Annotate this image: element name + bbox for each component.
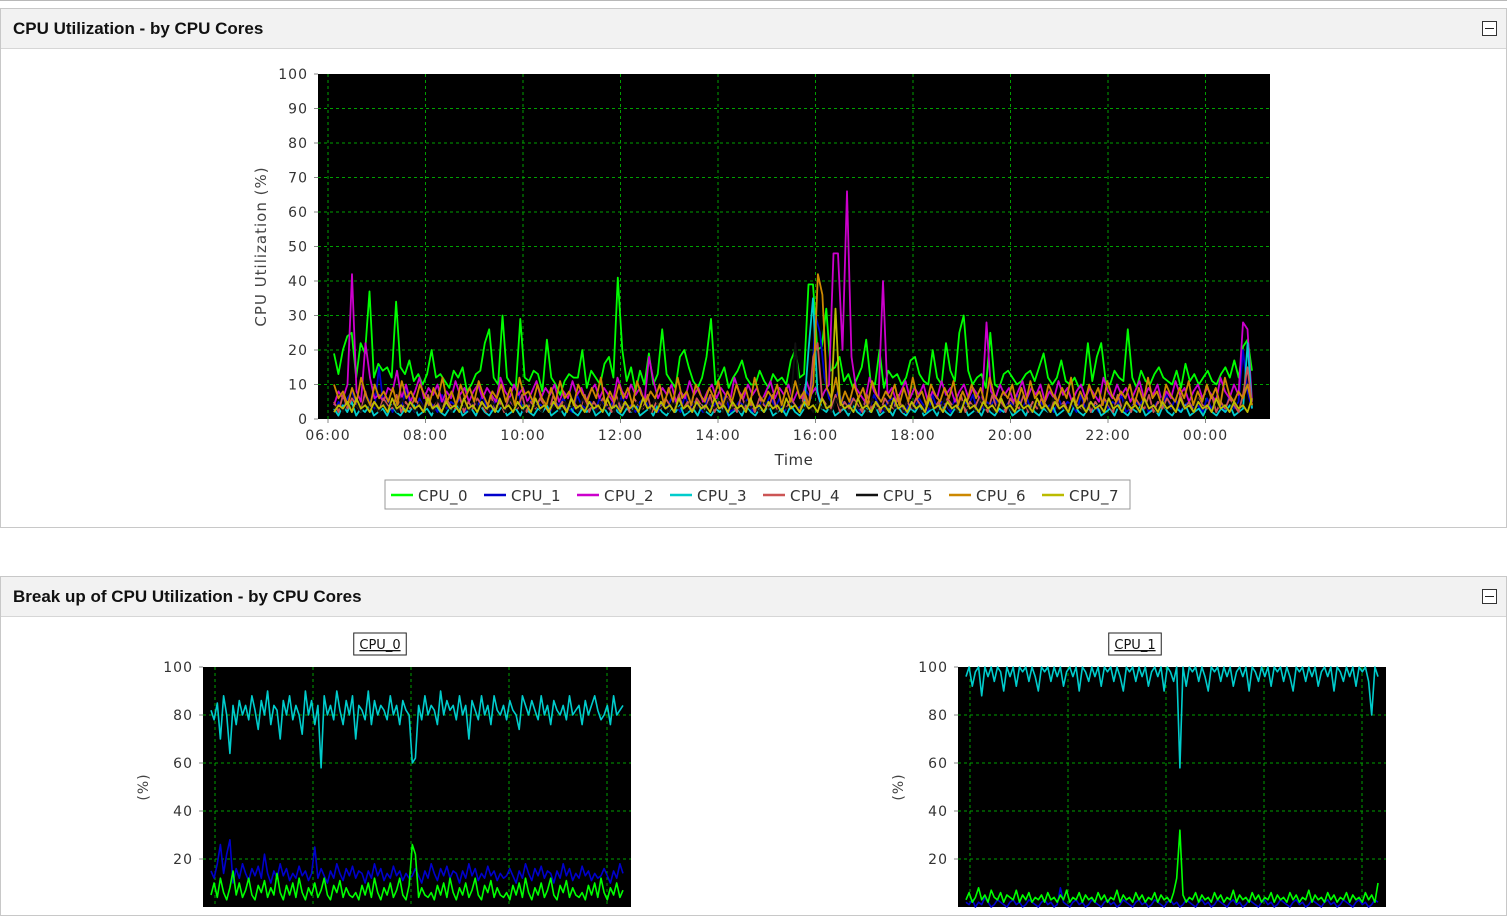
x-tick-label: 00:00 [1183, 428, 1228, 444]
cpu-breakup-panel: Break up of CPU Utilization - by CPU Cor… [0, 576, 1507, 916]
y-tick-label: 80 [288, 136, 308, 152]
panel-header: CPU Utilization - by CPU Cores [1, 9, 1506, 49]
y-tick-label: 10 [288, 378, 308, 394]
cpu-0-chart: 20 40 60 80 100 (%) CPU_0 [136, 632, 631, 907]
y-tick-label: 30 [288, 309, 308, 325]
collapse-icon[interactable] [1482, 589, 1497, 604]
legend-label: CPU_6 [976, 487, 1026, 506]
y-tick-label: 20 [928, 852, 948, 868]
y-tick-label: 40 [173, 804, 193, 820]
y-tick-label: 40 [288, 274, 308, 290]
panel-header: Break up of CPU Utilization - by CPU Cor… [1, 577, 1506, 617]
legend-label: CPU_4 [790, 487, 840, 506]
x-tick-label: 12:00 [598, 428, 643, 444]
plot-area [958, 667, 1386, 907]
x-tick-label: 18:00 [890, 428, 935, 444]
y-tick-label: 90 [288, 102, 308, 118]
y-axis-label: CPU Utilization (%) [252, 166, 270, 326]
cpu-utilization-panel: CPU Utilization - by CPU Cores 0 10 20 30 40… [0, 8, 1507, 528]
panel-title: Break up of CPU Utilization - by CPU Cor… [13, 587, 362, 606]
legend-label: CPU_2 [604, 487, 654, 506]
y-tick-label: 60 [288, 205, 308, 221]
y-tick-label: 70 [288, 171, 308, 187]
x-tick-label: 14:00 [695, 428, 740, 444]
x-tick-label: 16:00 [793, 428, 838, 444]
cpu-utilization-chart: 0 10 20 30 40 50 60 70 80 90 100 06:00 08:00 10:00 12:… [252, 67, 1270, 510]
y-tick-label: 40 [928, 804, 948, 820]
y-tick-label: 0 [298, 412, 308, 428]
legend-label: CPU_5 [883, 487, 933, 506]
legend-label: CPU_1 [511, 487, 561, 506]
x-tick-label: 20:00 [988, 428, 1033, 444]
legend-label: CPU_7 [1069, 487, 1119, 506]
y-tick-label: 80 [173, 708, 193, 724]
sub-chart-title: CPU_1 [1114, 638, 1155, 653]
x-tick-label: 22:00 [1085, 428, 1130, 444]
y-tick-label: 100 [163, 660, 193, 676]
sub-chart-title: CPU_0 [359, 638, 400, 653]
y-tick-label: 80 [928, 708, 948, 724]
x-axis-label: Time [774, 451, 814, 469]
x-tick-label: 06:00 [305, 428, 350, 444]
x-tick-label: 08:00 [403, 428, 448, 444]
y-tick-label: 60 [173, 756, 193, 772]
y-tick-label: 20 [173, 852, 193, 868]
y-tick-label: 100 [918, 660, 948, 676]
legend-label: CPU_0 [418, 487, 468, 506]
legend-label: CPU_3 [697, 487, 747, 506]
y-tick-label: 60 [928, 756, 948, 772]
y-axis-label: (%) [136, 773, 152, 800]
y-tick-label: 50 [288, 240, 308, 256]
collapse-icon[interactable] [1482, 21, 1497, 36]
x-tick-label: 10:00 [500, 428, 545, 444]
panel-title: CPU Utilization - by CPU Cores [13, 19, 264, 38]
y-tick-label: 20 [288, 343, 308, 359]
y-tick-label: 100 [278, 67, 308, 83]
y-axis-label: (%) [891, 773, 907, 800]
cpu-1-chart: 20 40 60 80 100 (%) CPU_1 [891, 632, 1386, 908]
